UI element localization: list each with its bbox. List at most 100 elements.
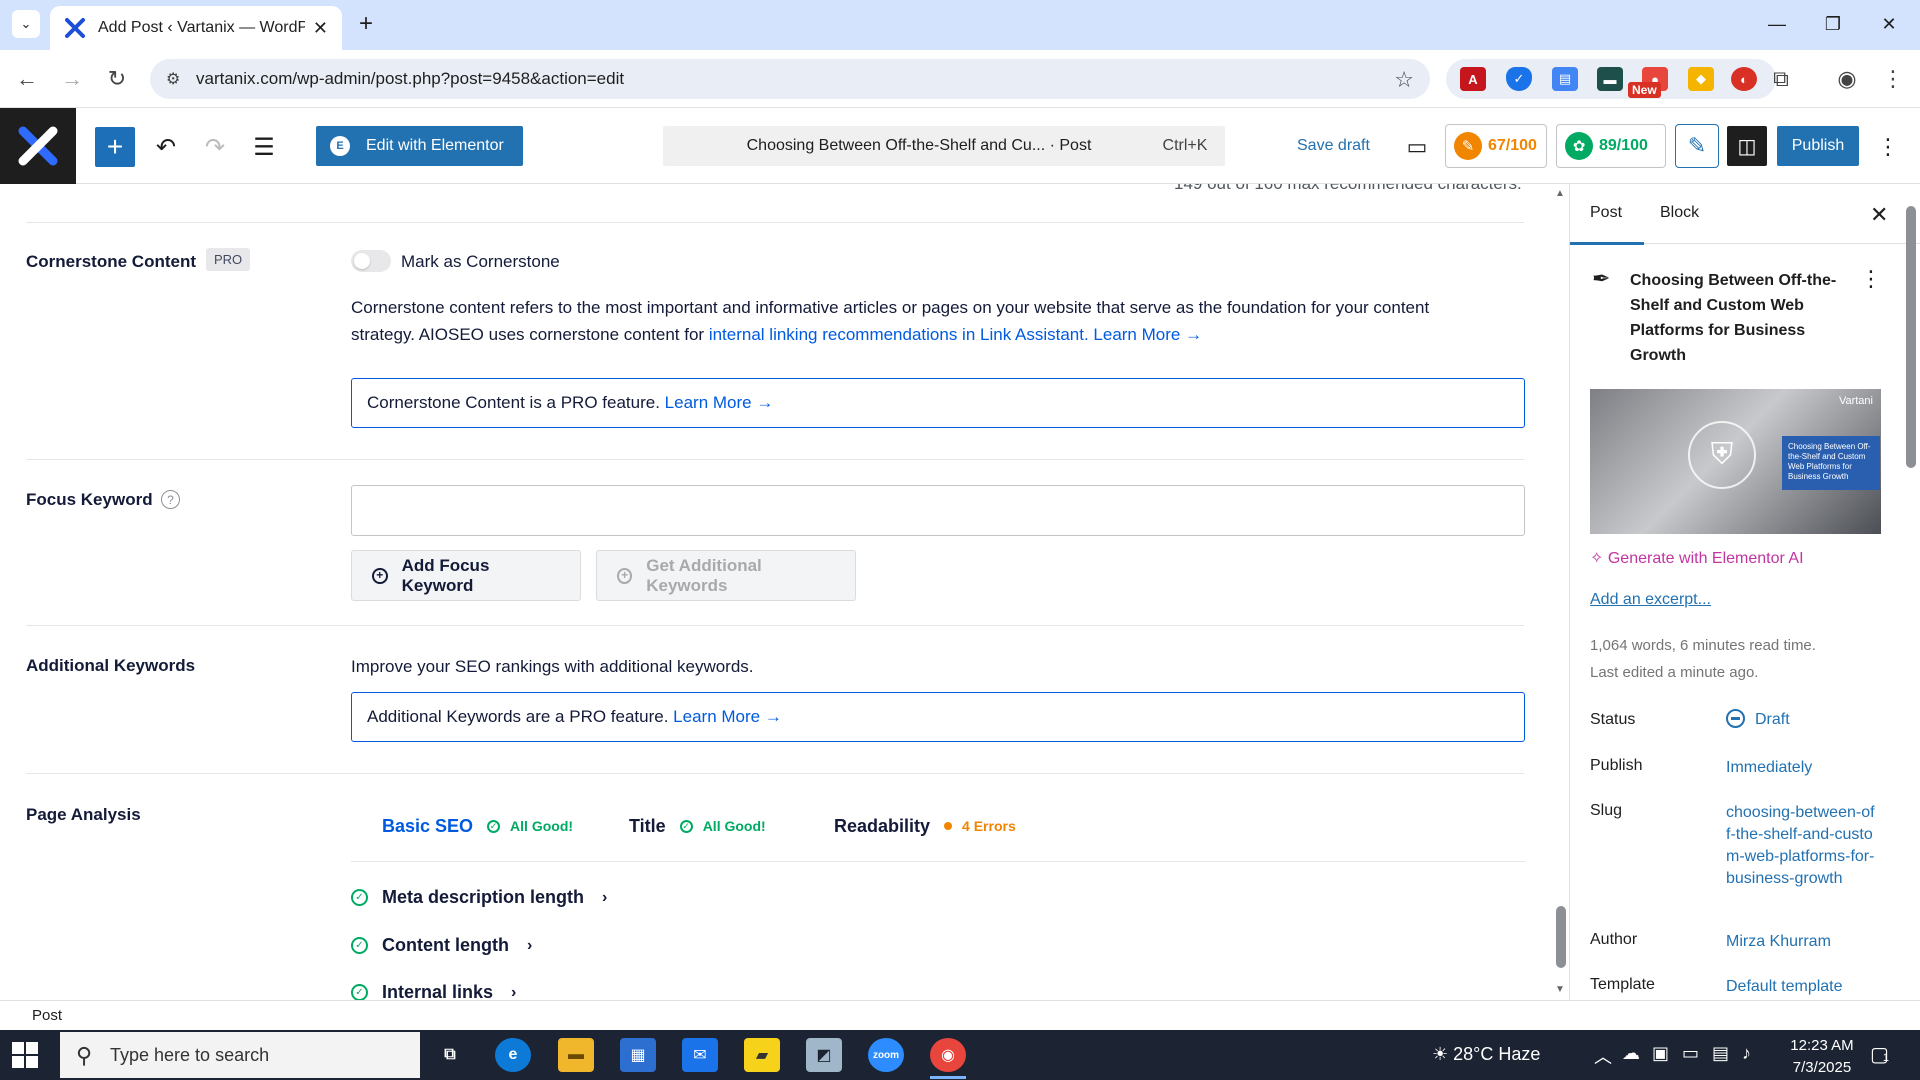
cornerstone-notice-link[interactable]: Learn More → <box>665 393 774 413</box>
author-label: Author <box>1590 931 1638 948</box>
author-value[interactable]: Mirza Khurram <box>1726 931 1831 953</box>
aioseo-score-button[interactable]: ✎ 67/100 <box>1445 124 1547 168</box>
tab-readability[interactable]: Readability 4 Errors <box>834 806 1016 846</box>
focus-keyword-input[interactable] <box>351 485 1525 536</box>
main-scrollbar[interactable]: ▲ ▼ <box>1554 184 1568 1000</box>
window-close-icon[interactable]: ✕ <box>1864 8 1914 40</box>
check-item[interactable]: ✓ Content length › <box>351 935 532 956</box>
wallet-extension-icon[interactable]: ▬ <box>1597 67 1623 91</box>
main-scroll-thumb[interactable] <box>1556 906 1566 968</box>
seo-score-button[interactable]: ✿ 89/100 <box>1556 124 1666 168</box>
reload-icon[interactable]: ↻ <box>100 62 134 96</box>
microsoft-store-icon[interactable]: ▦ <box>620 1038 656 1072</box>
battery-icon[interactable]: ▭ <box>1682 1043 1699 1064</box>
document-overview-icon[interactable]: ☰ <box>245 128 283 166</box>
seo-score: 89/100 <box>1599 137 1648 154</box>
bookmark-star-icon[interactable]: ☆ <box>1394 67 1414 93</box>
network-icon[interactable]: ▤ <box>1712 1043 1729 1064</box>
forward-arrow-icon[interactable]: → <box>55 62 89 96</box>
chrome-menu-icon[interactable]: ⋮ <box>1876 62 1910 96</box>
additional-notice-text: Additional Keywords are a PRO feature. <box>367 707 669 726</box>
sidebar-scrollbar[interactable] <box>1903 184 1920 1000</box>
breadcrumb-post[interactable]: Post <box>32 1007 62 1024</box>
site-info-icon[interactable]: ⚙ <box>166 69 180 89</box>
sidebar-tab-post[interactable]: Post <box>1570 204 1645 245</box>
tray-chevron-icon[interactable]: ︿ <box>1594 1043 1612 1069</box>
save-draft-button[interactable]: Save draft <box>1297 137 1370 155</box>
last-edited-text: Last edited a minute ago. <box>1590 664 1759 681</box>
preview-laptop-icon[interactable]: ▭ <box>1398 128 1436 166</box>
app-icon[interactable]: ◩ <box>806 1038 842 1072</box>
template-label: Template <box>1590 976 1655 993</box>
check-item[interactable]: ✓ Meta description length › <box>351 887 607 908</box>
word-count-text: 1,064 words, 6 minutes read time. <box>1590 637 1816 654</box>
tab-search-chevron-icon[interactable]: ⌄ <box>12 10 40 38</box>
publish-button[interactable]: Publish <box>1777 126 1859 166</box>
redo-icon[interactable]: ↷ <box>196 128 234 166</box>
back-arrow-icon[interactable]: ← <box>10 62 44 96</box>
generate-with-elementor-ai-link[interactable]: ✧ Generate with Elementor AI <box>1590 548 1804 568</box>
scroll-up-icon[interactable]: ▲ <box>1555 188 1565 199</box>
undo-icon[interactable]: ↶ <box>147 128 185 166</box>
tray-app-icon[interactable]: ▣ <box>1652 1043 1669 1064</box>
chrome-icon[interactable]: ◉ <box>930 1038 966 1072</box>
edit-with-elementor-button[interactable]: E Edit with Elementor <box>316 126 523 166</box>
post-actions-menu-icon[interactable]: ⋮ <box>1860 266 1882 292</box>
help-question-icon[interactable]: ? <box>161 490 180 509</box>
divider <box>26 773 1524 774</box>
command-palette-bar[interactable]: Choosing Between Off-the-Shelf and Cu...… <box>663 126 1225 166</box>
mail-icon[interactable]: ✉ <box>682 1038 718 1072</box>
restore-icon[interactable]: ❐ <box>1808 8 1858 40</box>
cornerstone-learn-more-link[interactable]: Learn More → <box>1089 325 1202 344</box>
tab-basic-seo[interactable]: Basic SEO ✓ All Good! <box>382 806 573 846</box>
site-logo[interactable] <box>0 108 76 184</box>
edge-browser-icon[interactable]: e <box>495 1038 531 1072</box>
template-value[interactable]: Default template <box>1726 976 1843 998</box>
keys-extension-icon[interactable]: ◆ <box>1688 67 1714 91</box>
notification-center-icon[interactable]: ▢1 <box>1870 1042 1889 1067</box>
zoom-icon[interactable]: zoom <box>868 1038 904 1072</box>
publish-value[interactable]: Immediately <box>1726 757 1812 779</box>
file-explorer-icon[interactable]: ▬ <box>558 1038 594 1072</box>
scroll-down-icon[interactable]: ▼ <box>1555 984 1565 995</box>
taskbar-search-box[interactable]: ⚲ Type here to search <box>60 1032 420 1078</box>
slug-value[interactable]: choosing-between-off-the-shelf-and-custo… <box>1726 802 1876 890</box>
new-tab-plus-icon[interactable]: + <box>352 10 380 38</box>
docs-extension-icon[interactable]: ▤ <box>1552 67 1578 91</box>
extensions-puzzle-icon[interactable]: ⧉ <box>1764 62 1798 96</box>
volume-icon[interactable]: ♪ <box>1742 1043 1751 1064</box>
pdf-extension-icon[interactable]: A <box>1460 67 1486 91</box>
options-menu-icon[interactable]: ⋮ <box>1873 128 1903 166</box>
address-bar[interactable]: ⚙ vartanix.com/wp-admin/post.php?post=94… <box>150 59 1430 99</box>
profile-icon[interactable]: ◉ <box>1830 62 1864 96</box>
sticky-notes-icon[interactable]: ▰ <box>744 1038 780 1072</box>
shield-extension-icon[interactable]: ✓ <box>1506 67 1532 91</box>
status-value[interactable]: Draft <box>1726 709 1790 731</box>
task-view-icon[interactable]: ⧉ <box>432 1038 468 1072</box>
sidebar-tab-block[interactable]: Block <box>1660 204 1699 222</box>
featured-image[interactable]: ⛨ Vartani Choosing Between Off-the-Shelf… <box>1590 389 1881 534</box>
tab-close-icon[interactable]: ✕ <box>313 18 328 39</box>
weather-widget[interactable]: ☀ 28°C Haze <box>1432 1044 1540 1065</box>
sidebar-scroll-thumb[interactable] <box>1906 206 1916 468</box>
additional-notice-link[interactable]: Learn More → <box>673 707 782 727</box>
close-sidebar-icon[interactable]: ✕ <box>1870 202 1888 228</box>
magic-wand-icon[interactable]: ✎ <box>1675 124 1719 168</box>
onedrive-icon[interactable]: ☁ <box>1622 1043 1640 1064</box>
settings-sidebar-icon[interactable]: ◫ <box>1727 126 1767 166</box>
post-meta-info: 1,064 words, 6 minutes read time. Last e… <box>1590 632 1816 686</box>
check-item[interactable]: ✓ Internal links › <box>351 982 516 1000</box>
add-excerpt-link[interactable]: Add an excerpt... <box>1590 591 1711 609</box>
add-focus-keyword-label: Add Focus Keyword <box>401 555 490 595</box>
add-block-button[interactable]: + <box>95 127 135 167</box>
get-additional-keywords-button[interactable]: + Get Additional Keywords <box>596 550 856 601</box>
windows-start-icon[interactable] <box>12 1042 38 1068</box>
add-focus-keyword-button[interactable]: + Add Focus Keyword <box>351 550 581 601</box>
tab-title[interactable]: Title ✓ All Good! <box>629 806 766 846</box>
cornerstone-toggle[interactable] <box>351 250 391 272</box>
link-assistant-link[interactable]: internal linking recommendations in Link… <box>709 325 1089 344</box>
browser-tab-active[interactable]: Add Post ‹ Vartanix — WordPre ✕ <box>50 6 342 50</box>
minimize-icon[interactable]: — <box>1752 8 1802 40</box>
pokeball-extension-icon[interactable]: ◐ <box>1731 67 1757 91</box>
taskbar-clock[interactable]: 12:23 AM 7/3/2025 <box>1782 1035 1862 1079</box>
